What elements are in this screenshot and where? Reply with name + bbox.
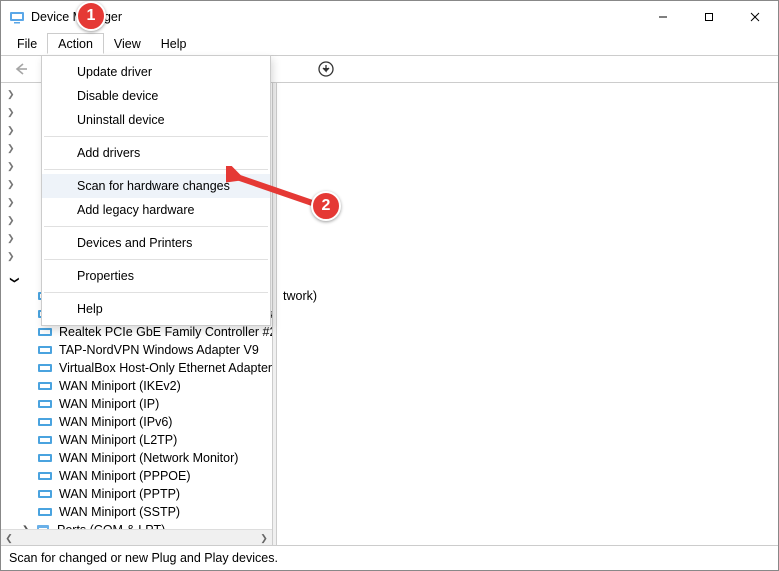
scroll-right-icon[interactable]: ❯ bbox=[256, 530, 272, 545]
menu-devices-and-printers[interactable]: Devices and Printers bbox=[42, 231, 270, 255]
statusbar: Scan for changed or new Plug and Play de… bbox=[1, 546, 778, 570]
toolbar-scan-button[interactable] bbox=[314, 58, 338, 80]
menu-view[interactable]: View bbox=[104, 33, 151, 54]
tree-parent-tail: twork) bbox=[283, 289, 317, 303]
tree-item[interactable]: WAN Miniport (IP) bbox=[1, 395, 272, 413]
action-dropdown: Update driver Disable device Uninstall d… bbox=[41, 55, 271, 326]
window-controls bbox=[640, 1, 778, 33]
annotation-callout-1: 1 bbox=[76, 1, 106, 31]
network-adapter-icon bbox=[37, 486, 53, 502]
network-adapter-icon bbox=[37, 504, 53, 520]
menubar: File Action View Help bbox=[1, 33, 778, 55]
menu-update-driver[interactable]: Update driver bbox=[42, 60, 270, 84]
menu-add-legacy-hardware[interactable]: Add legacy hardware bbox=[42, 198, 270, 222]
tree-item-label: WAN Miniport (SSTP) bbox=[57, 505, 182, 519]
details-pane: twork) bbox=[277, 83, 778, 545]
app-icon bbox=[9, 9, 25, 25]
tree-item[interactable]: WAN Miniport (IPv6) bbox=[1, 413, 272, 431]
horizontal-scrollbar[interactable]: ❮ ❯ bbox=[1, 529, 272, 545]
tree-item-label: WAN Miniport (PPTP) bbox=[57, 487, 182, 501]
tree-item-label: VirtualBox Host-Only Ethernet Adapter bbox=[57, 361, 273, 375]
tree-item[interactable]: WAN Miniport (Network Monitor) bbox=[1, 449, 272, 467]
window-title: Device Manager bbox=[31, 10, 640, 24]
tree-item[interactable]: WAN Miniport (SSTP) bbox=[1, 503, 272, 521]
network-adapter-icon bbox=[37, 432, 53, 448]
network-adapter-icon bbox=[37, 450, 53, 466]
tree-item-label: TAP-NordVPN Windows Adapter V9 bbox=[57, 343, 261, 357]
menu-uninstall-device[interactable]: Uninstall device bbox=[42, 108, 270, 132]
close-button[interactable] bbox=[732, 1, 778, 33]
menu-add-drivers[interactable]: Add drivers bbox=[42, 141, 270, 165]
network-adapter-icon bbox=[37, 324, 53, 340]
network-adapter-icon bbox=[37, 360, 53, 376]
maximize-button[interactable] bbox=[686, 1, 732, 33]
menu-help[interactable]: Help bbox=[42, 297, 270, 321]
network-adapter-icon bbox=[37, 378, 53, 394]
network-adapter-icon bbox=[37, 414, 53, 430]
tree-item-label: WAN Miniport (PPPOE) bbox=[57, 469, 193, 483]
tree-item-label: WAN Miniport (IKEv2) bbox=[57, 379, 183, 393]
menu-help[interactable]: Help bbox=[151, 33, 197, 54]
tree-item-label: WAN Miniport (Network Monitor) bbox=[57, 451, 240, 465]
status-text: Scan for changed or new Plug and Play de… bbox=[9, 551, 278, 565]
tree-item-label: WAN Miniport (L2TP) bbox=[57, 433, 179, 447]
tree-item[interactable]: WAN Miniport (IKEv2) bbox=[1, 377, 272, 395]
device-manager-window: Device Manager File Action View Help bbox=[0, 0, 779, 571]
back-button[interactable] bbox=[9, 58, 33, 80]
tree-item-label: Realtek PCIe GbE Family Controller #2 bbox=[57, 325, 273, 339]
tree-item[interactable]: TAP-NordVPN Windows Adapter V9 bbox=[1, 341, 272, 359]
titlebar: Device Manager bbox=[1, 1, 778, 33]
tree-item-label: WAN Miniport (IP) bbox=[57, 397, 161, 411]
menu-file[interactable]: File bbox=[7, 33, 47, 54]
network-adapter-icon bbox=[37, 396, 53, 412]
annotation-callout-2: 2 bbox=[311, 191, 341, 221]
menu-disable-device[interactable]: Disable device bbox=[42, 84, 270, 108]
network-adapter-icon bbox=[37, 468, 53, 484]
scroll-left-icon[interactable]: ❮ bbox=[1, 530, 17, 545]
minimize-button[interactable] bbox=[640, 1, 686, 33]
menu-scan-hardware-changes[interactable]: Scan for hardware changes bbox=[42, 174, 270, 198]
tree-item[interactable]: WAN Miniport (L2TP) bbox=[1, 431, 272, 449]
network-adapter-icon bbox=[37, 342, 53, 358]
tree-item[interactable]: WAN Miniport (PPPOE) bbox=[1, 467, 272, 485]
menu-properties[interactable]: Properties bbox=[42, 264, 270, 288]
tree-item-label: WAN Miniport (IPv6) bbox=[57, 415, 174, 429]
tree-item[interactable]: WAN Miniport (PPTP) bbox=[1, 485, 272, 503]
menu-action[interactable]: Action bbox=[47, 33, 104, 54]
tree-item[interactable]: VirtualBox Host-Only Ethernet Adapter bbox=[1, 359, 272, 377]
